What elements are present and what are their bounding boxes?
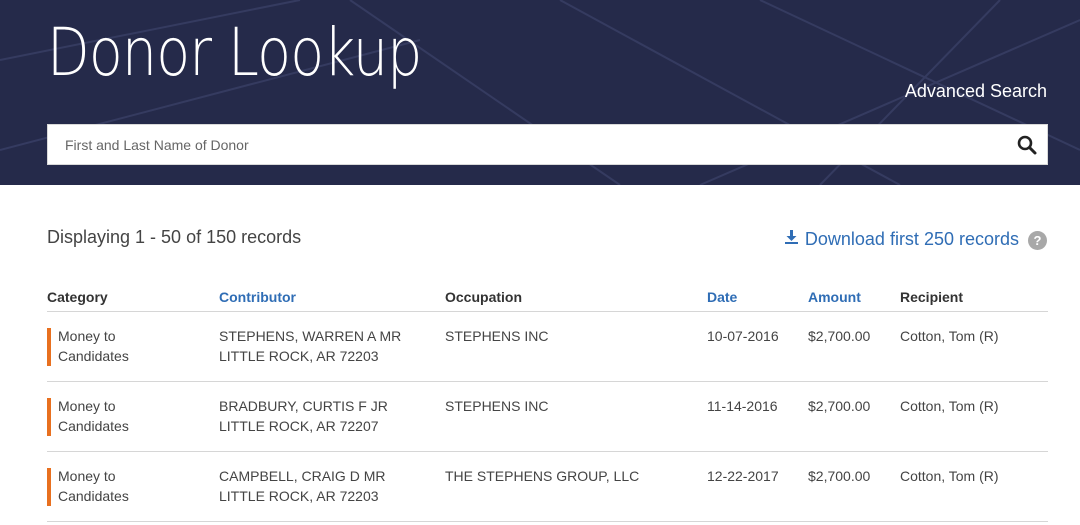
page-header: Donor Lookup Advanced Search — [0, 0, 1080, 185]
table-header-row: Category Contributor Occupation Date Amo… — [47, 289, 1048, 312]
table-row: Money to Candidates STEPHENS, WARREN A M… — [47, 311, 1048, 382]
date-cell: 12-22-2017 — [707, 451, 808, 522]
column-header-recipient: Recipient — [900, 289, 1048, 312]
category-label: Candidates — [58, 417, 129, 434]
download-icon — [784, 229, 799, 250]
donor-results-table: Category Contributor Occupation Date Amo… — [47, 289, 1048, 522]
contributor-location: LITTLE ROCK, AR 72207 — [219, 417, 379, 434]
column-header-occupation: Occupation — [445, 289, 707, 312]
download-records-link[interactable]: Download first 250 records ? — [784, 227, 1047, 251]
category-cell: Money to Candidates — [47, 311, 219, 382]
contributor-cell: STEPHENS, WARREN A MR LITTLE ROCK, AR 72… — [219, 311, 445, 382]
table-row: Money to Candidates CAMPBELL, CRAIG D MR… — [47, 451, 1048, 522]
category-label: Money to — [58, 467, 116, 484]
records-count: Displaying 1 - 50 of 150 records — [47, 227, 302, 247]
donor-search-bar — [47, 124, 1048, 165]
recipient-cell: Cotton, Tom (R) — [900, 381, 1048, 452]
download-records-label: Download first 250 records — [804, 228, 1019, 249]
table-row: Money to Candidates BRADBURY, CURTIS F J… — [47, 381, 1048, 452]
category-label: Money to — [58, 397, 116, 414]
occupation-cell: STEPHENS INC — [445, 311, 707, 382]
category-label: Money to — [58, 327, 116, 344]
category-color-bar — [47, 397, 51, 436]
contributor-name: CAMPBELL, CRAIG D MR — [219, 467, 386, 484]
category-color-bar — [47, 327, 51, 366]
amount-cell: $2,700.00 — [808, 311, 900, 382]
donor-search-input[interactable] — [48, 125, 998, 164]
column-header-category: Category — [47, 289, 219, 312]
amount-cell: $2,700.00 — [808, 381, 900, 452]
column-header-date[interactable]: Date — [707, 289, 808, 312]
amount-cell: $2,700.00 — [808, 451, 900, 522]
occupation-cell: THE STEPHENS GROUP, LLC — [445, 451, 707, 522]
advanced-search-link[interactable]: Advanced Search — [905, 81, 1047, 102]
page-title: Donor Lookup — [47, 14, 422, 91]
category-cell: Money to Candidates — [47, 381, 219, 452]
contributor-cell: BRADBURY, CURTIS F JR LITTLE ROCK, AR 72… — [219, 381, 445, 452]
recipient-cell: Cotton, Tom (R) — [900, 451, 1048, 522]
help-icon[interactable]: ? — [1028, 230, 1047, 250]
contributor-name: STEPHENS, WARREN A MR — [219, 327, 402, 344]
date-cell: 11-14-2016 — [707, 381, 808, 452]
contributor-name: BRADBURY, CURTIS F JR — [219, 397, 388, 414]
category-cell: Money to Candidates — [47, 451, 219, 522]
column-header-amount[interactable]: Amount — [808, 289, 900, 312]
category-label: Candidates — [58, 347, 129, 364]
contributor-location: LITTLE ROCK, AR 72203 — [219, 347, 379, 364]
column-header-contributor[interactable]: Contributor — [219, 289, 445, 312]
category-label: Candidates — [58, 487, 129, 504]
category-color-bar — [47, 467, 51, 506]
contributor-cell: CAMPBELL, CRAIG D MR LITTLE ROCK, AR 722… — [219, 451, 445, 522]
recipient-cell: Cotton, Tom (R) — [900, 311, 1048, 382]
search-icon[interactable] — [1015, 133, 1039, 157]
contributor-location: LITTLE ROCK, AR 72203 — [219, 487, 379, 504]
occupation-cell: STEPHENS INC — [445, 381, 707, 452]
date-cell: 10-07-2016 — [707, 311, 808, 382]
